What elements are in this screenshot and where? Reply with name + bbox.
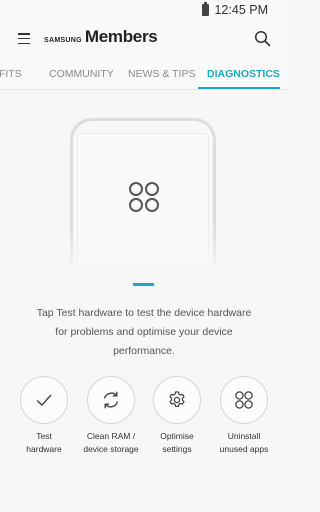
label-line: Clean RAM / <box>86 431 136 441</box>
uninstall-apps-label: Uninstall unused apps <box>208 430 280 456</box>
check-icon <box>36 394 52 406</box>
label-line: device storage <box>83 444 139 454</box>
brand-small: SAMSUNG <box>44 37 82 44</box>
refresh-icon <box>103 391 119 409</box>
tab-benefits[interactable]: EFITS <box>0 68 22 80</box>
brand-big: Members <box>84 27 158 46</box>
uninstall-apps-action[interactable]: Uninstall unused apps <box>208 376 280 456</box>
app-bar: SAMSUNG Members <box>0 20 288 58</box>
tab-community[interactable]: COMMUNITY <box>49 68 114 80</box>
apps-grid-icon <box>129 182 159 212</box>
clean-storage-action[interactable]: Clean RAM / device storage <box>75 376 147 456</box>
test-hardware-button[interactable] <box>20 376 68 424</box>
test-hardware-action[interactable]: Test hardware <box>8 376 80 456</box>
uninstall-apps-button[interactable] <box>220 376 268 424</box>
optimise-settings-action[interactable]: Optimise settings <box>141 376 213 456</box>
active-tab-indicator <box>198 87 280 89</box>
apps-grid-icon <box>235 391 253 409</box>
search-icon[interactable] <box>254 30 271 47</box>
optimise-settings-button[interactable] <box>153 376 201 424</box>
accent-dash <box>133 283 154 286</box>
label-line: unused apps <box>219 444 269 454</box>
label-line: Optimise <box>160 431 194 441</box>
clean-storage-button[interactable] <box>87 376 135 424</box>
tab-diagnostics[interactable]: DIAGNOSTICS <box>207 68 280 80</box>
label-line: Test <box>36 431 52 441</box>
menu-icon[interactable] <box>18 33 30 45</box>
description-text: Tap Test hardware to test the device har… <box>36 307 252 357</box>
status-right: 12:45 PM <box>202 2 268 17</box>
label-line: settings <box>162 444 192 454</box>
battery-icon <box>202 2 210 16</box>
test-hardware-label: Test hardware <box>8 430 80 456</box>
gear-icon <box>169 391 185 407</box>
label-line: hardware <box>26 444 62 454</box>
status-bar: 12:45 PM <box>0 0 288 20</box>
status-time: 12:45 PM <box>214 3 268 17</box>
optimise-settings-label: Optimise settings <box>141 430 213 456</box>
tab-news-tips[interactable]: NEWS & TIPS <box>128 68 196 80</box>
app-logo: SAMSUNG Members <box>44 27 158 47</box>
phone-fade <box>60 228 226 272</box>
label-line: Uninstall <box>227 431 261 441</box>
clean-storage-label: Clean RAM / device storage <box>75 430 147 456</box>
tab-bar: EFITS COMMUNITY NEWS & TIPS DIAGNOSTICS <box>0 58 288 90</box>
